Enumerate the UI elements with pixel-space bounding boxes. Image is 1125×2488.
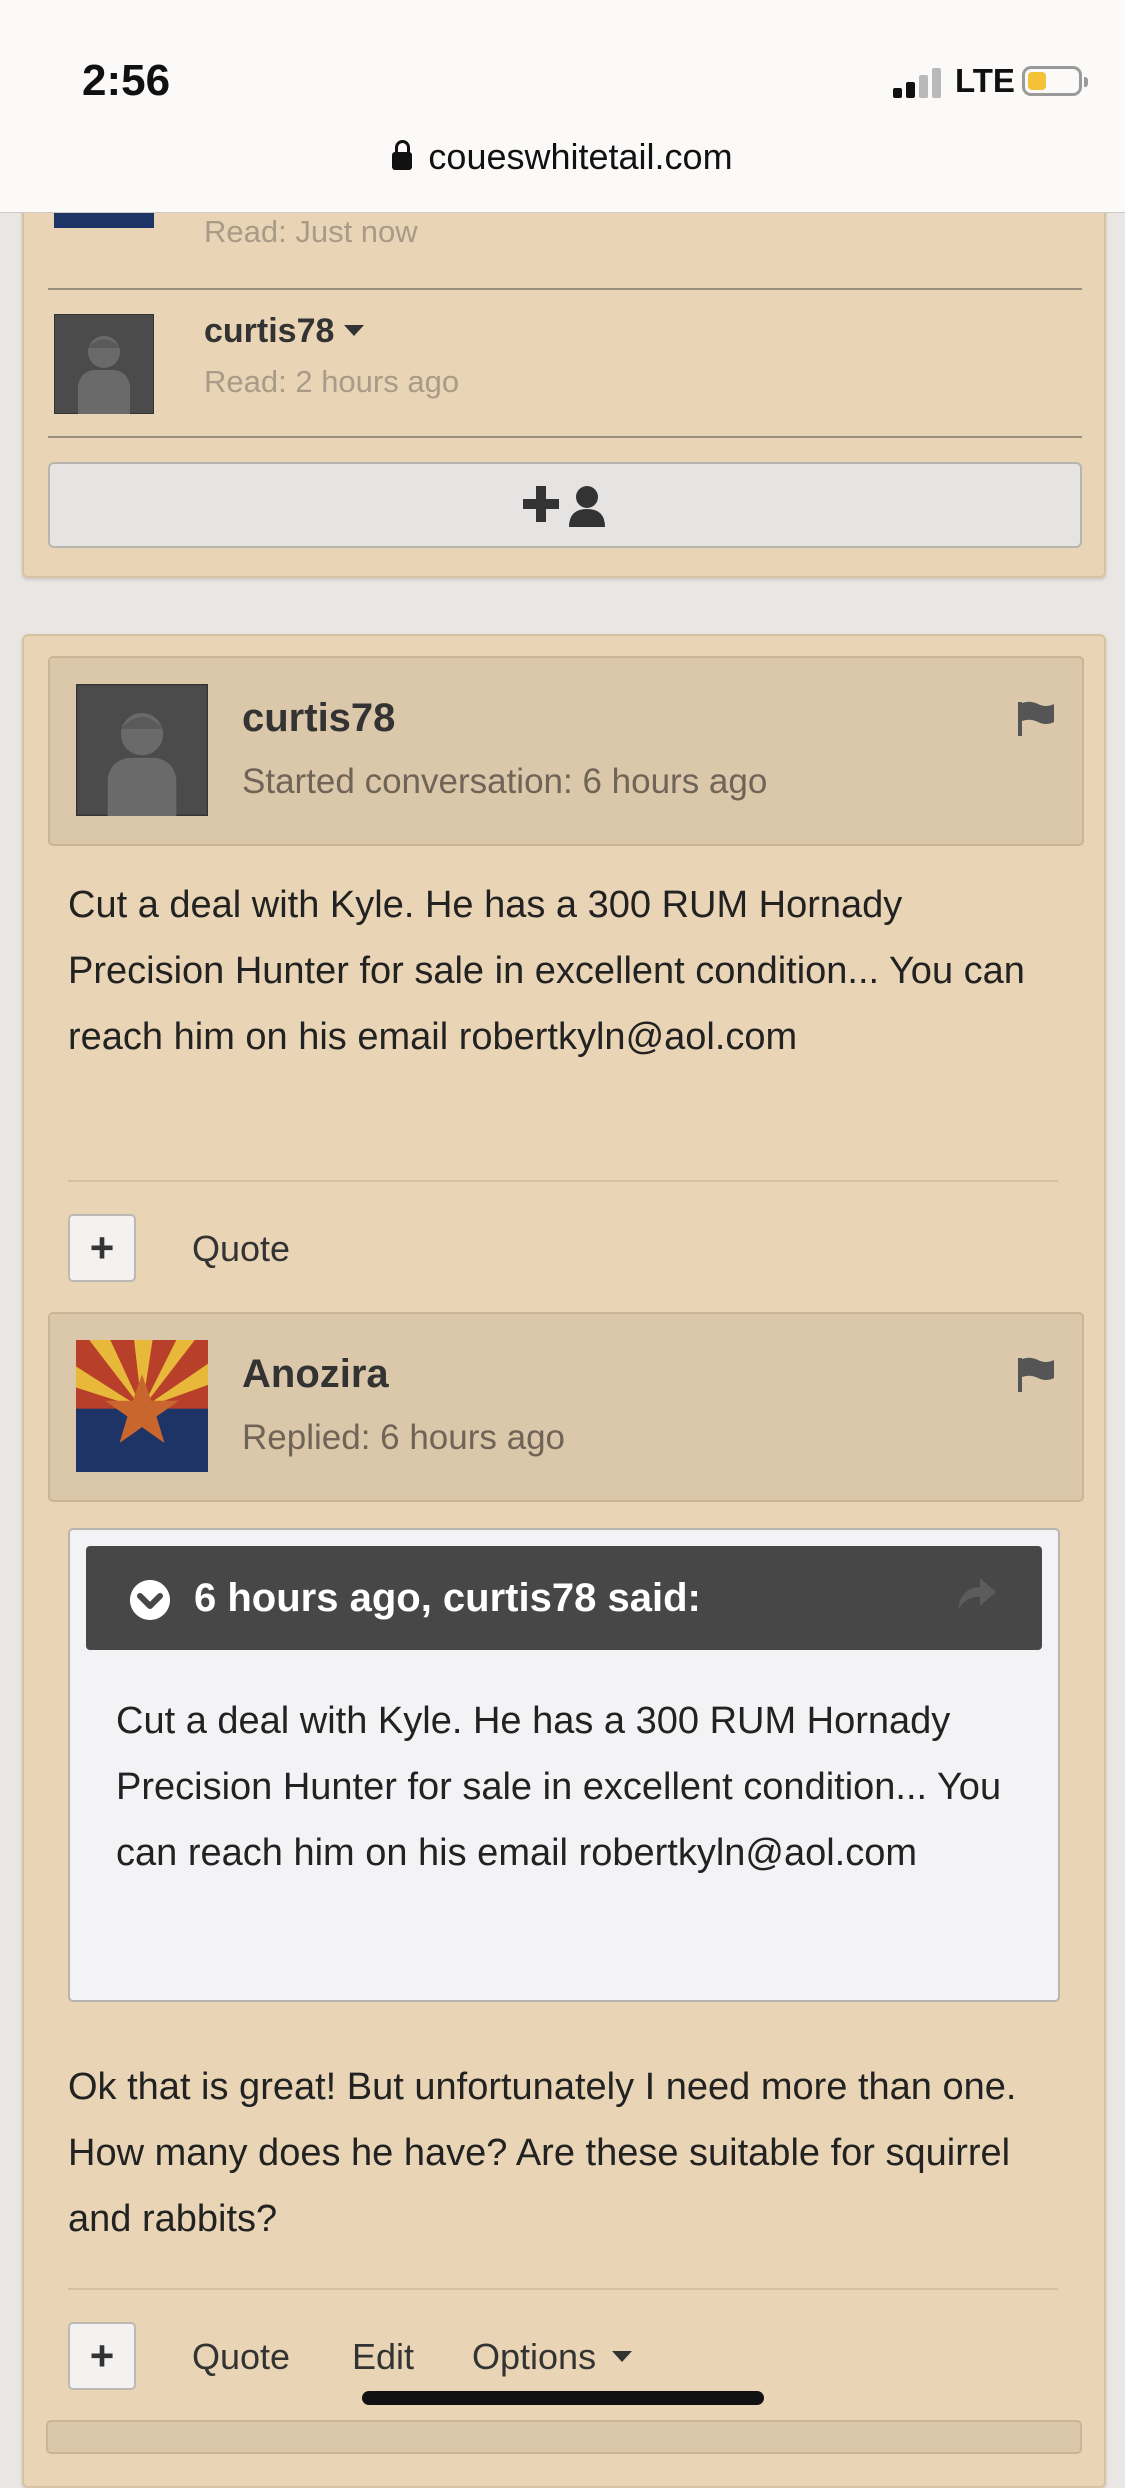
message-body: Ok that is great! But unfortunately I ne… — [68, 2066, 1017, 2240]
flag-icon[interactable] — [1016, 1356, 1056, 1392]
edit-button[interactable]: Edit — [352, 2336, 414, 2378]
message-timestamp: Started conversation: 6 hours ago — [242, 762, 768, 801]
chevron-down-icon[interactable] — [130, 1580, 170, 1620]
quote-text: Cut a deal with Kyle. He has a 300 RUM H… — [116, 1700, 1002, 1874]
plus-icon: + — [89, 2332, 115, 2379]
quote-button[interactable]: Quote — [192, 1228, 290, 1270]
dropdown-caret-icon — [344, 325, 365, 336]
avatar-arizona-flag[interactable] — [76, 1340, 208, 1472]
react-plus-button[interactable]: + — [68, 2322, 136, 2390]
url-text: coueswhitetail.com — [428, 136, 733, 177]
plus-icon: + — [89, 1224, 115, 1271]
quote-header[interactable]: 6 hours ago, curtis78 said: — [86, 1546, 1042, 1650]
quote-block: 6 hours ago, curtis78 said: Cut a deal w… — [68, 1528, 1060, 2002]
lock-icon — [392, 140, 413, 170]
avatar-default[interactable] — [76, 684, 208, 816]
participant-read-status: Read: Just now — [204, 214, 418, 249]
browser-chrome: 2:56 LTE coueswhitetail.com — [0, 0, 1125, 213]
message-header: Anozira Replied: 6 hours ago — [48, 1312, 1084, 1502]
status-time: 2:56 — [82, 56, 171, 105]
share-arrow-icon[interactable] — [956, 1576, 998, 1614]
add-user-icon — [523, 486, 605, 527]
chevron-down-icon — [612, 2351, 633, 2362]
participant-name[interactable]: curtis78 — [204, 312, 365, 351]
participant-row: curtis78 Read: 2 hours ago — [48, 288, 1082, 438]
flag-icon[interactable] — [1016, 700, 1056, 736]
network-type: LTE — [955, 62, 1015, 99]
quote-button[interactable]: Quote — [192, 2336, 290, 2378]
divider — [68, 2288, 1058, 2290]
battery-icon — [1022, 66, 1088, 96]
options-menu-button[interactable]: Options — [472, 2336, 633, 2378]
avatar-default[interactable] — [54, 314, 154, 414]
conversation-card: curtis78 Started conversation: 6 hours a… — [22, 634, 1106, 2488]
react-plus-button[interactable]: + — [68, 1214, 136, 1282]
divider — [68, 1180, 1058, 1182]
quote-attribution: 6 hours ago, curtis78 said: — [194, 1576, 701, 1620]
next-message-header — [46, 2420, 1082, 2454]
message-body: Cut a deal with Kyle. He has a 300 RUM H… — [68, 884, 1025, 1058]
signal-icon — [893, 66, 943, 98]
message-author[interactable]: curtis78 — [242, 696, 395, 741]
participant-read-status: Read: 2 hours ago — [204, 364, 460, 399]
address-bar[interactable]: coueswhitetail.com — [0, 136, 1125, 178]
home-indicator[interactable] — [362, 2391, 764, 2405]
message-timestamp: Replied: 6 hours ago — [242, 1418, 565, 1457]
message-author[interactable]: Anozira — [242, 1352, 389, 1397]
message-header: curtis78 Started conversation: 6 hours a… — [48, 656, 1084, 846]
add-participant-button[interactable] — [48, 462, 1082, 548]
